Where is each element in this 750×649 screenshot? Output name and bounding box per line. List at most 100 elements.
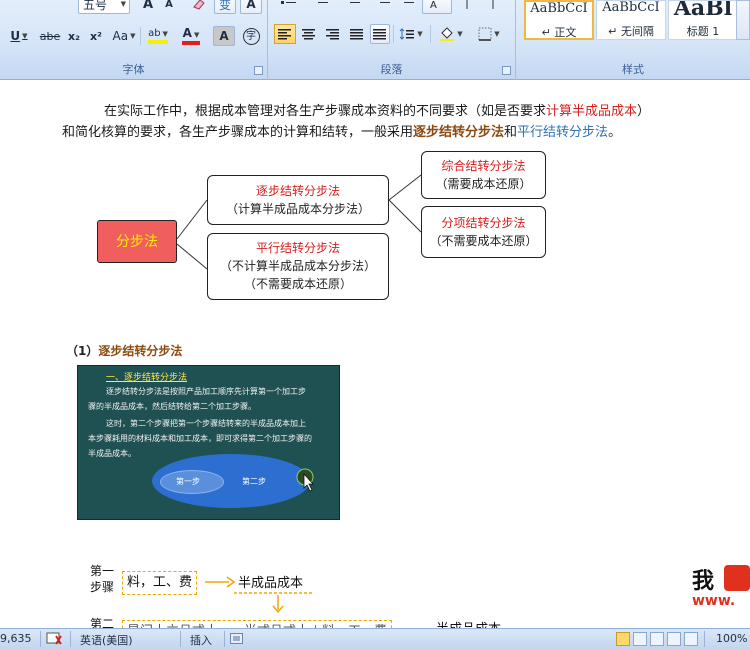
show-marks-button[interactable]	[482, 0, 504, 14]
chevron-down-icon: ▼	[162, 30, 168, 38]
strikethrough-button[interactable]: abe	[38, 26, 62, 46]
print-layout-view-button[interactable]	[616, 632, 630, 646]
underline-button[interactable]: U ▼	[4, 26, 34, 46]
diagram-node-itemized: 分项结转分步法 （不需要成本还原）	[421, 206, 546, 258]
chevron-down-icon: ▼	[130, 32, 136, 40]
diagram-node-step-transfer: 逐步结转分步法 （计算半成品成本分步法）	[207, 175, 389, 225]
divider	[40, 631, 41, 647]
bullets-button[interactable]	[276, 0, 302, 14]
styles-scroll[interactable]	[736, 0, 750, 40]
highlight-color-bar	[148, 40, 168, 44]
zoom-level[interactable]: 100%	[716, 632, 747, 645]
language-indicator[interactable]: 英语(美国)	[80, 632, 133, 648]
increase-indent-button[interactable]	[396, 0, 418, 14]
eraser-icon	[193, 0, 205, 10]
chevron-down-icon: ▼	[22, 32, 28, 40]
line-spacing-icon	[399, 28, 415, 40]
bullets-icon	[281, 1, 296, 4]
numbering-button[interactable]	[308, 0, 334, 14]
font-color-button[interactable]: A ▼	[176, 26, 206, 46]
chevron-down-icon: ▼	[193, 31, 200, 39]
asian-layout-button[interactable]: A	[422, 0, 452, 14]
outline-view-button[interactable]	[667, 632, 681, 646]
divider	[70, 631, 71, 647]
arrow-right-icon	[205, 576, 235, 588]
video-line-5: 半成品成本。	[88, 449, 136, 458]
macro-recording-icon[interactable]	[230, 633, 244, 645]
paragraph-group: A ▼ ▼ ▼ 段落	[268, 0, 516, 80]
numbering-icon	[318, 2, 328, 3]
subscript-button[interactable]: x₂	[64, 26, 84, 46]
flow-step1-output: 半成品成本	[238, 576, 304, 591]
video-step-1: 第一步	[176, 477, 200, 486]
align-left-button[interactable]	[274, 24, 296, 44]
change-case-button[interactable]: Aa ▼	[110, 26, 138, 46]
ribbon: 五号 ▼ A A 变 A U ▼ abe x₂ x² Aa ▼ ab ▼ A ▼ A 字	[0, 0, 750, 80]
shrink-font-button[interactable]: A	[160, 0, 178, 14]
web-layout-view-button[interactable]	[650, 632, 664, 646]
decrease-indent-icon	[380, 2, 390, 3]
line-spacing-button[interactable]: ▼	[396, 24, 426, 44]
align-right-button[interactable]	[322, 24, 344, 44]
font-size-select[interactable]: 五号 ▼	[78, 0, 130, 14]
embedded-video[interactable]: 一、逐步结转分步法 逐步结转分步法是按照产品加工顺序先计算第一个加工步 骤的半成…	[77, 365, 340, 520]
proofing-icon[interactable]	[46, 632, 64, 646]
flow-step2-label: 第二	[90, 617, 115, 628]
dialog-launcher-icon[interactable]	[502, 66, 511, 75]
style-heading-1[interactable]: AaBl 标题 1	[668, 0, 738, 40]
divider	[224, 631, 225, 647]
watermark-logo: 我 www.	[692, 563, 750, 613]
multilevel-list-button[interactable]	[340, 0, 366, 14]
font-group: 五号 ▼ A A 变 A U ▼ abe x₂ x² Aa ▼ ab ▼ A ▼ A 字	[0, 0, 268, 80]
style-sample: AaBbCcI	[530, 2, 588, 16]
section-heading: （1）逐步结转分步法	[66, 344, 183, 358]
video-line-3: 这时，第二个步骤把第一个步骤结转来的半成品成本加上	[106, 419, 306, 428]
style-no-spacing[interactable]: AaBbCcI ↵ 无间隔	[596, 0, 666, 40]
clear-format-button[interactable]	[188, 0, 210, 14]
borders-button[interactable]: ▼	[472, 24, 506, 44]
divider	[704, 631, 705, 647]
video-title: 一、逐步结转分步法	[106, 373, 188, 383]
style-normal[interactable]: AaBbCcI ↵ 正文	[524, 0, 594, 40]
flow-step1-label: 第一 步骤	[90, 564, 115, 594]
distributed-button[interactable]	[370, 24, 390, 44]
distributed-icon	[373, 29, 386, 40]
grow-font-button[interactable]: A	[139, 0, 157, 14]
word-count[interactable]: 9,635	[0, 632, 32, 645]
svg-text:A: A	[430, 0, 437, 10]
character-shading-button[interactable]: A	[213, 26, 235, 46]
highlight-button[interactable]: ab ▼	[143, 26, 173, 46]
sort-button[interactable]	[456, 0, 478, 14]
decrease-indent-button[interactable]	[372, 0, 394, 14]
font-color-bar	[182, 41, 200, 45]
character-border-button[interactable]: A	[240, 0, 262, 14]
justify-button[interactable]	[346, 24, 368, 44]
draft-view-button[interactable]	[684, 632, 698, 646]
shading-button[interactable]: ▼	[434, 24, 468, 44]
justify-icon	[350, 29, 363, 40]
full-screen-reading-view-button[interactable]	[633, 632, 647, 646]
document-page[interactable]: 在实际工作中，根据成本管理对各生产步骤成本资料的不同要求（如是否要求计算半成品成…	[0, 80, 750, 628]
video-line-4: 本步骤耗用的材料成本和加工成本，即可求得第二个加工步骤的	[88, 434, 312, 443]
chevron-down-icon: ▼	[457, 30, 463, 38]
increase-indent-icon	[404, 2, 414, 3]
divider	[393, 25, 394, 43]
style-name: ↵ 正文	[541, 26, 577, 39]
insert-mode-indicator[interactable]: 插入	[190, 632, 212, 648]
phonetic-guide-button[interactable]: 变	[214, 0, 236, 14]
enclose-characters-button[interactable]: 字	[240, 26, 262, 46]
superscript-button[interactable]: x²	[86, 26, 106, 46]
cursor-icon	[296, 468, 314, 492]
multilevel-list-icon	[350, 2, 360, 3]
divider	[180, 631, 181, 647]
dialog-launcher-icon[interactable]	[254, 66, 263, 75]
video-step-2: 第二步	[242, 477, 266, 486]
chevron-down-icon: ▼	[417, 30, 423, 38]
video-line-2: 骤的半成品成本，然后结转给第二个加工步骤。	[88, 402, 256, 411]
paint-bucket-icon	[440, 27, 455, 41]
font-size-value: 五号	[83, 0, 108, 12]
asian-layout-icon: A	[430, 0, 437, 10]
align-center-button[interactable]	[298, 24, 320, 44]
divider	[430, 25, 431, 43]
align-right-icon	[326, 29, 339, 40]
